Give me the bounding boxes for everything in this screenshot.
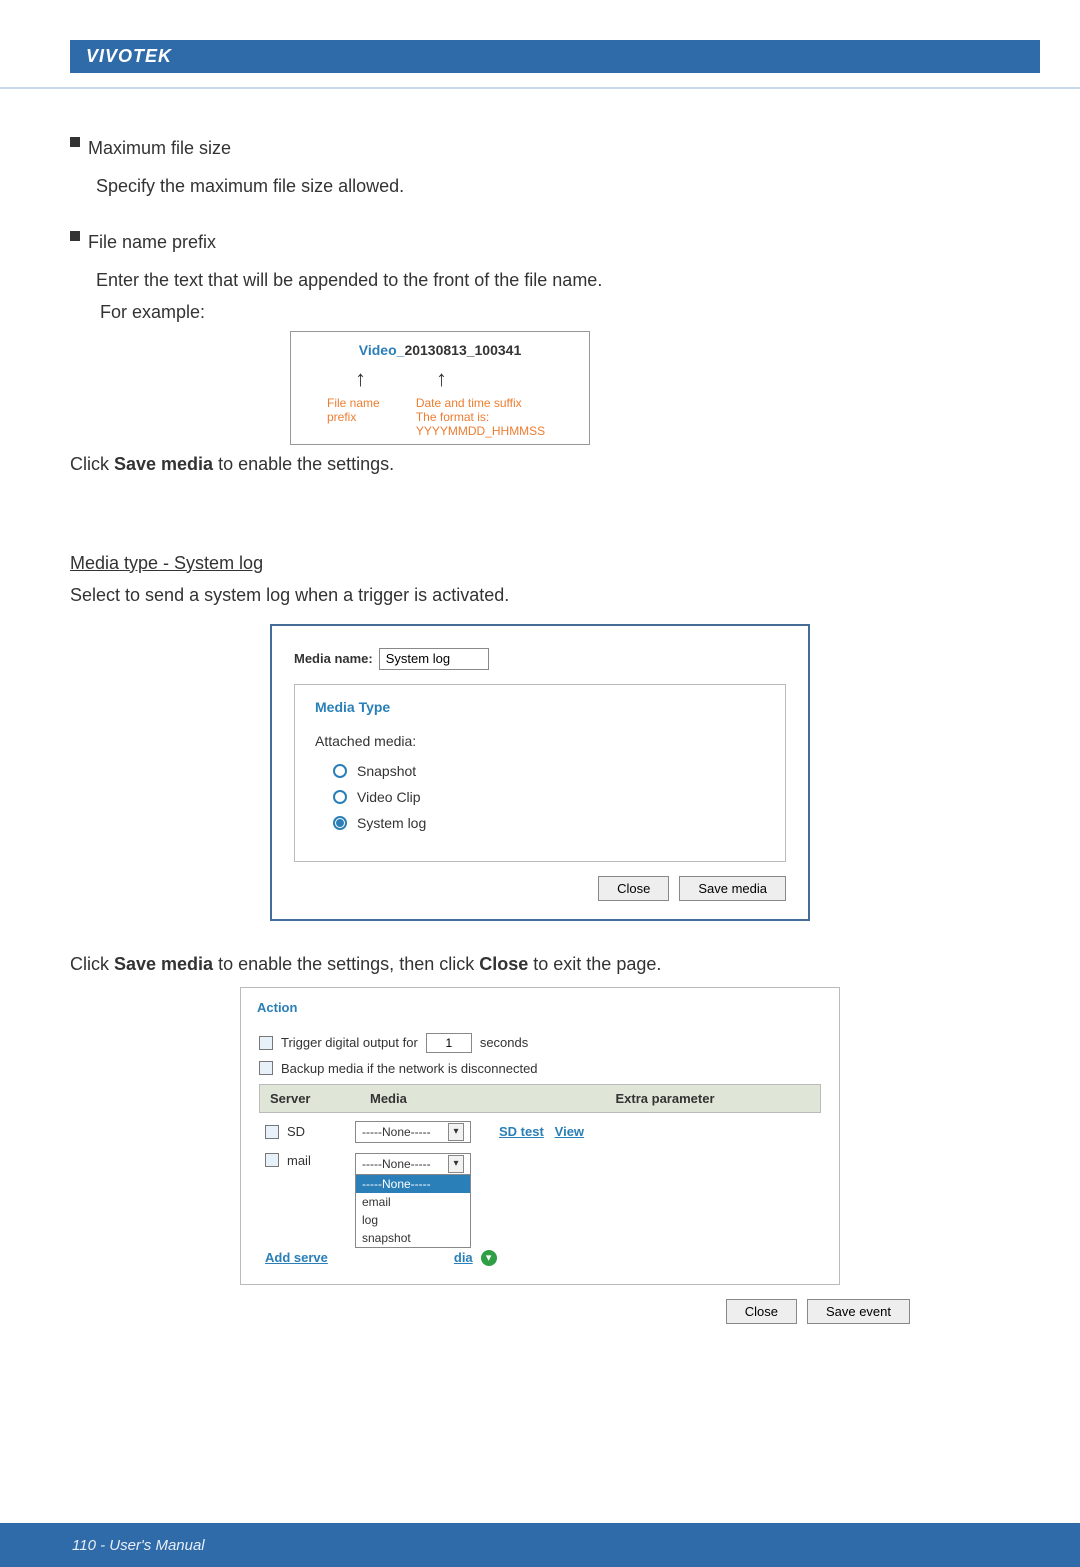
filename-example-box: Video_20130813_100341 ↑ ↑ File name pref… — [290, 331, 590, 445]
row-mail-label: mail — [287, 1153, 311, 1168]
add-links-row: Add serve dia ▾ — [259, 1250, 821, 1268]
square-bullet-icon — [70, 137, 80, 147]
view-link[interactable]: View — [555, 1124, 584, 1139]
action-box: Action Trigger digital output for second… — [240, 987, 840, 1285]
footer-text: 110 - User's Manual — [72, 1537, 205, 1554]
trigger-post: seconds — [480, 1035, 528, 1050]
example-labels-row: File name prefix Date and time suffix Th… — [303, 396, 577, 438]
click-save-media-line: Click Save media to enable the settings. — [70, 451, 1010, 477]
dropdown-option-snapshot[interactable]: snapshot — [356, 1229, 470, 1247]
sd-test-link[interactable]: SD test — [499, 1124, 544, 1139]
dialog-button-row: Close Save media — [294, 876, 786, 901]
radio-videoclip-row[interactable]: Video Clip — [333, 789, 765, 805]
action-button-row: Close Save event — [70, 1299, 910, 1324]
radio-icon[interactable] — [333, 790, 347, 804]
bullet-max-file-size: Maximum file size — [70, 129, 1010, 167]
dropdown-option-none[interactable]: -----None----- — [356, 1175, 470, 1193]
bullet-desc-1: Specify the maximum file size allowed. — [96, 173, 1010, 199]
checkbox-icon[interactable] — [265, 1153, 279, 1167]
add-icon[interactable]: ▾ — [481, 1250, 497, 1266]
media-select-mail[interactable]: -----None----- ▾ — [355, 1153, 471, 1175]
backup-media-row: Backup media if the network is disconnec… — [259, 1061, 821, 1076]
close-button[interactable]: Close — [726, 1299, 797, 1324]
checkbox-icon[interactable] — [259, 1061, 273, 1075]
chevron-down-icon: ▾ — [448, 1155, 464, 1173]
example-date: 20130813_100341 — [404, 342, 521, 358]
chevron-down-icon: ▾ — [448, 1123, 464, 1141]
media-name-row: Media name: — [294, 648, 786, 670]
backup-label: Backup media if the network is disconnec… — [281, 1061, 538, 1076]
radio-systemlog-row[interactable]: System log — [333, 815, 765, 831]
media-name-input[interactable] — [379, 648, 489, 670]
example-arrows: ↑ ↑ — [303, 366, 577, 392]
example-filename: Video_20130813_100341 — [303, 342, 577, 358]
bullet-title-1: Maximum file size — [88, 135, 231, 161]
attached-media-label: Attached media: — [315, 733, 765, 749]
add-server-link[interactable]: Add serve — [265, 1250, 328, 1265]
brand-text: VIVOTEK — [86, 46, 172, 66]
square-bullet-icon — [70, 231, 80, 241]
media-select-sd[interactable]: -----None----- ▾ — [355, 1121, 471, 1143]
arrow-up-icon: ↑ — [355, 366, 366, 392]
media-type-fieldset: Media Type Attached media: Snapshot Vide… — [294, 684, 786, 862]
bullet-filename-prefix: File name prefix — [70, 223, 1010, 261]
radio-label-systemlog: System log — [357, 815, 426, 831]
click-save-close-line: Click Save media to enable the settings,… — [70, 951, 1010, 977]
radio-snapshot-row[interactable]: Snapshot — [333, 763, 765, 779]
row-sd-label: SD — [287, 1124, 305, 1139]
trigger-pre: Trigger digital output for — [281, 1035, 418, 1050]
bullet-title-2: File name prefix — [88, 229, 216, 255]
media-type-desc: Select to send a system log when a trigg… — [70, 582, 1010, 608]
action-legend: Action — [251, 1000, 303, 1015]
col-extra: Extra parameter — [510, 1085, 820, 1112]
header-divider — [0, 87, 1080, 89]
col-media: Media — [360, 1085, 510, 1112]
media-type-legend: Media Type — [309, 699, 396, 715]
save-event-button[interactable]: Save event — [807, 1299, 910, 1324]
add-media-link-partial[interactable]: dia — [454, 1250, 473, 1265]
trigger-seconds-input[interactable] — [426, 1033, 472, 1053]
table-row: mail -----None----- ▾ -----None----- ema… — [259, 1145, 821, 1250]
bullet-desc-2: Enter the text that will be appended to … — [96, 267, 1010, 293]
radio-label-snapshot: Snapshot — [357, 763, 416, 779]
bullet-sub-2: For example: — [100, 299, 1010, 325]
page-footer: 110 - User's Manual — [0, 1523, 1080, 1567]
dropdown-option-log[interactable]: log — [356, 1211, 470, 1229]
media-type-heading: Media type - System log — [70, 550, 1010, 576]
radio-icon[interactable] — [333, 816, 347, 830]
checkbox-icon[interactable] — [259, 1036, 273, 1050]
example-prefix-label: File name prefix — [327, 396, 394, 438]
example-prefix: Video — [359, 342, 397, 358]
checkbox-icon[interactable] — [265, 1125, 279, 1139]
dropdown-option-email[interactable]: email — [356, 1193, 470, 1211]
radio-label-videoclip: Video Clip — [357, 789, 421, 805]
media-dropdown-open: -----None----- email log snapshot — [355, 1174, 471, 1248]
media-type-dialog: Media name: Media Type Attached media: S… — [270, 624, 810, 921]
close-button[interactable]: Close — [598, 876, 669, 901]
arrow-up-icon: ↑ — [436, 366, 447, 392]
action-table-head: Server Media Extra parameter — [259, 1084, 821, 1113]
radio-icon[interactable] — [333, 764, 347, 778]
example-suffix-label-1: Date and time suffix — [416, 396, 577, 410]
trigger-output-row: Trigger digital output for seconds — [259, 1033, 821, 1053]
example-suffix-label-2: The format is: YYYYMMDD_HHMMSS — [416, 410, 577, 438]
col-server: Server — [260, 1085, 360, 1112]
table-row: SD -----None----- ▾ SD test View — [259, 1113, 821, 1145]
brand-header: VIVOTEK — [70, 40, 1040, 73]
media-name-label: Media name: — [294, 651, 373, 666]
save-media-button[interactable]: Save media — [679, 876, 786, 901]
